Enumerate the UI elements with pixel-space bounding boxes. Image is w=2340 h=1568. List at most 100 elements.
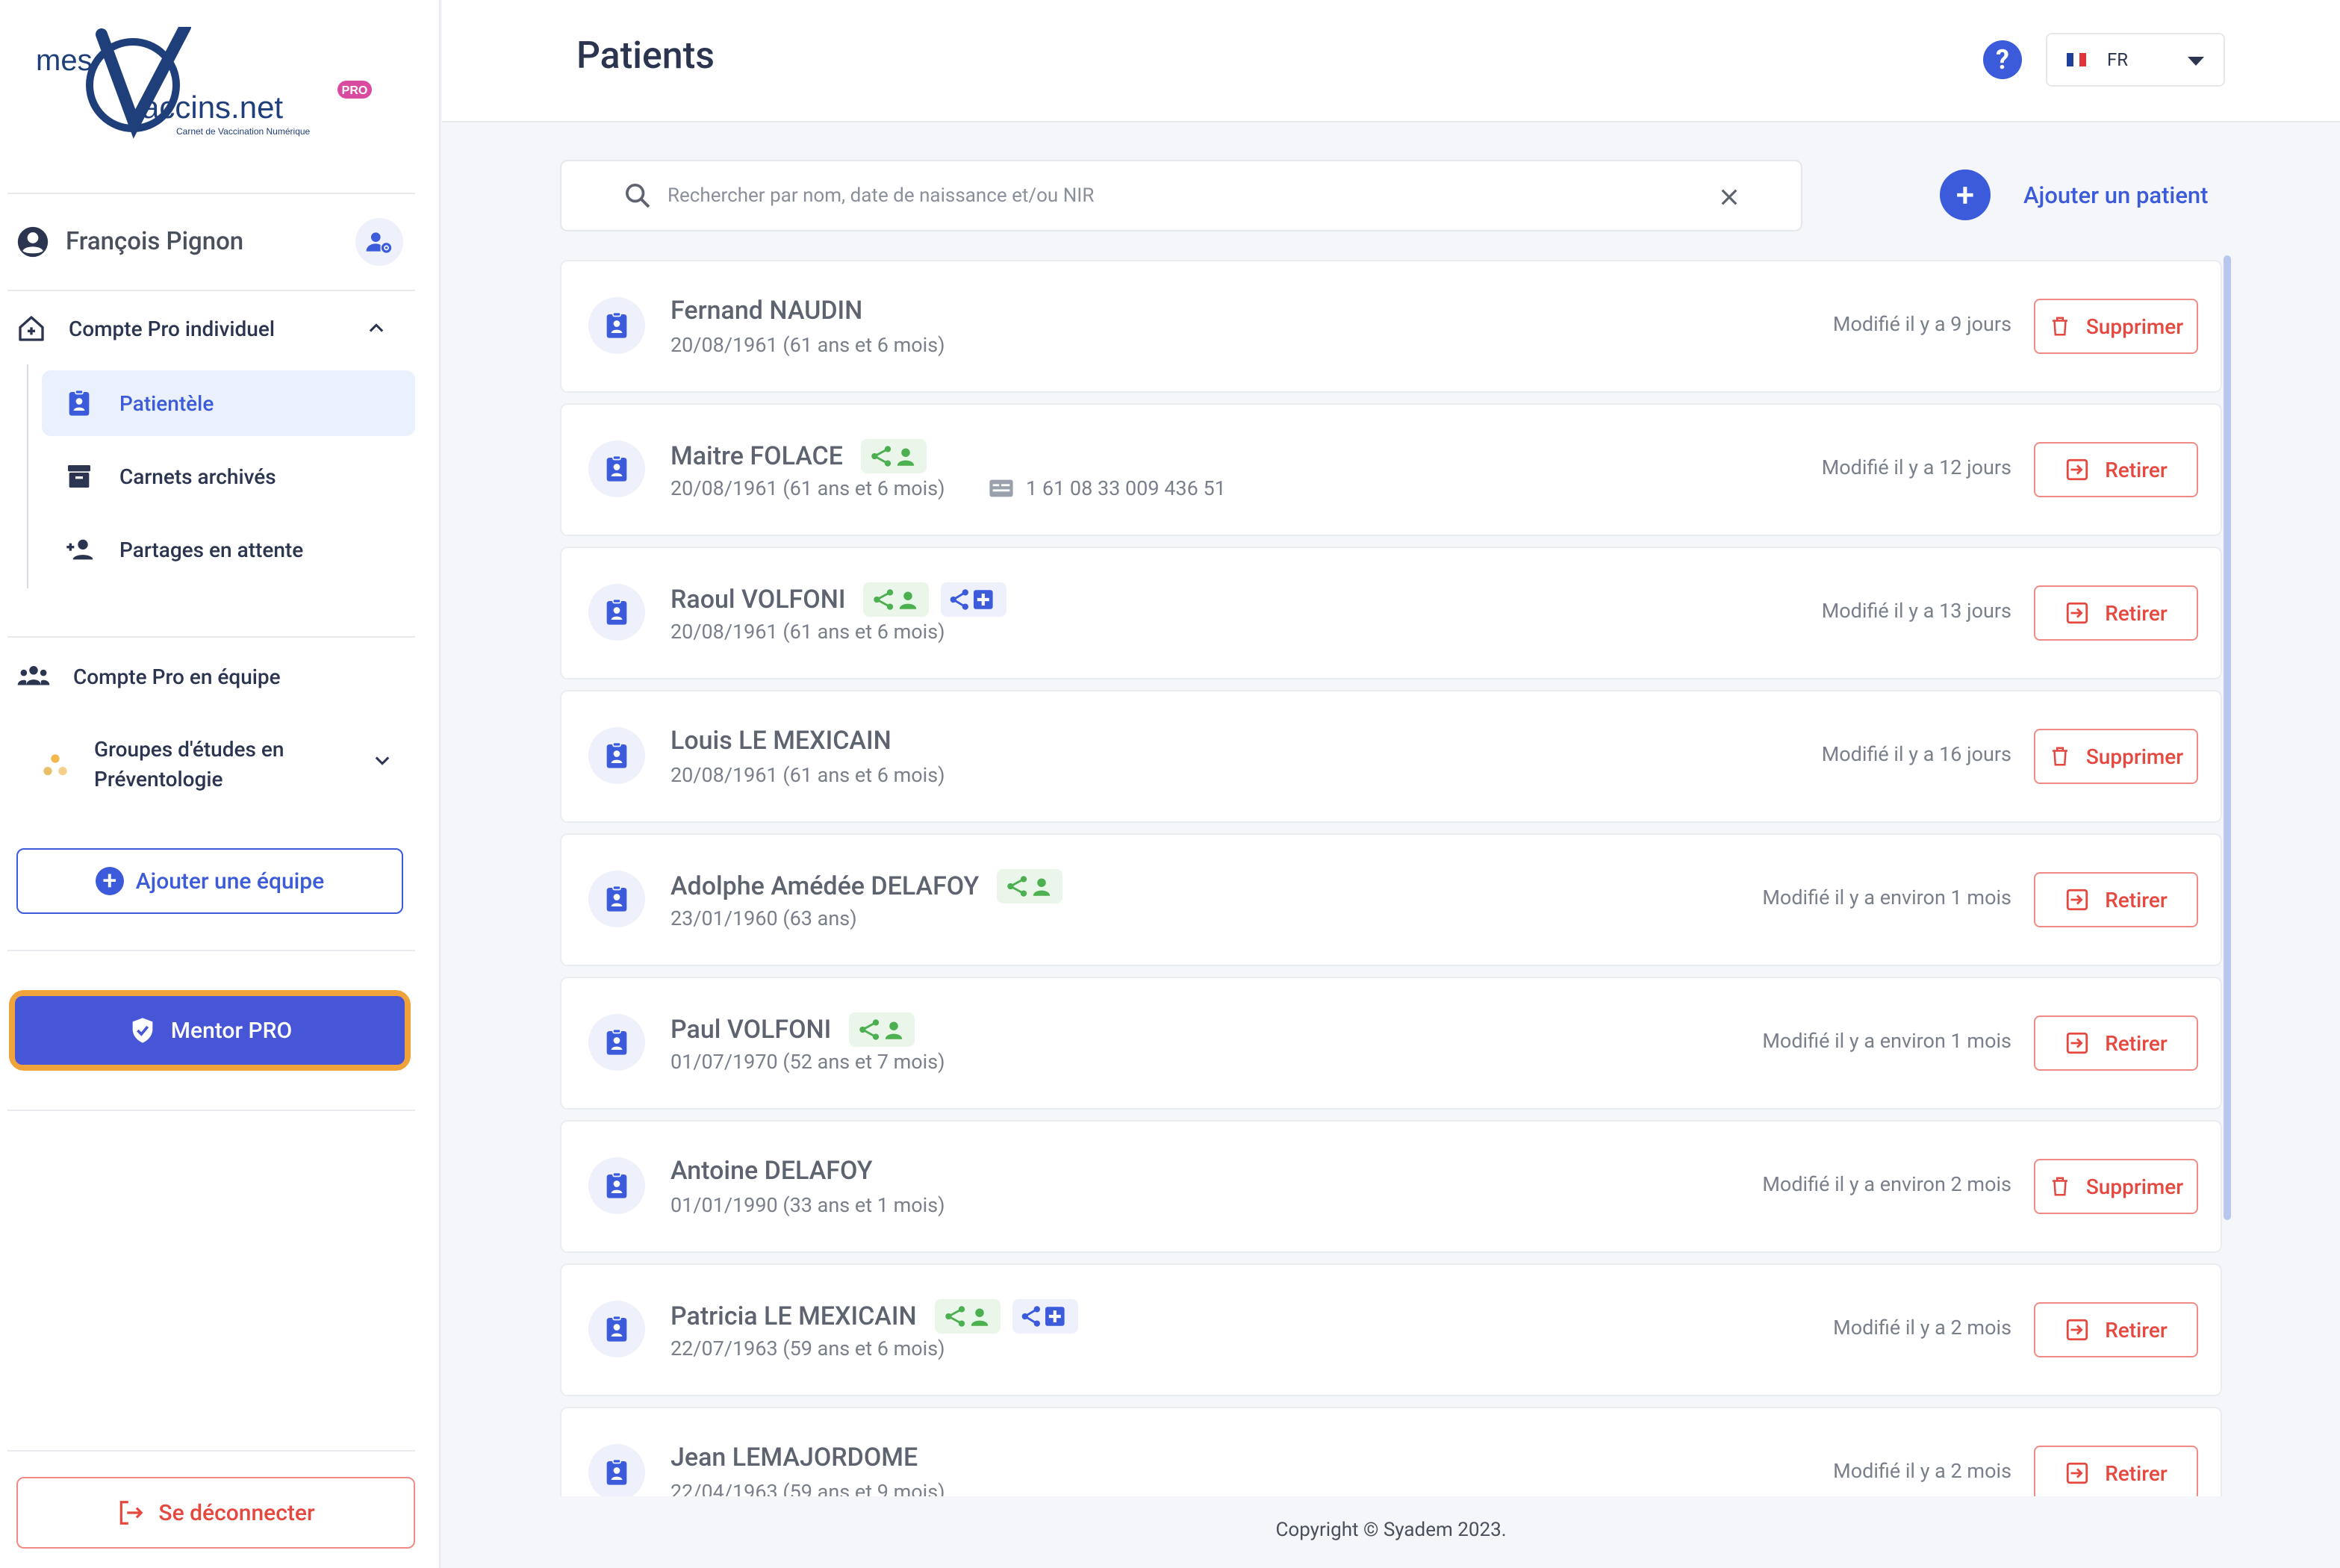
patient-name[interactable]: Antoine DELAFOY [670, 1156, 872, 1186]
svg-text:accins.net: accins.net [142, 90, 283, 125]
patient-row[interactable]: Maitre FOLACE 20/08/1961 (61 ans et 6 moi… [560, 403, 2222, 536]
patient-list: Fernand NAUDIN 20/08/1961 (61 ans et 6 mo… [560, 260, 2225, 1496]
modified-date: Modifié il y a 12 jours [1821, 455, 2011, 479]
patient-avatar [588, 1157, 645, 1214]
divider [7, 1110, 415, 1111]
patient-row[interactable]: Adolphe Amédée DELAFOY 23/01/1960 (63 ans… [560, 833, 2222, 966]
patient-badge-icon [606, 1172, 627, 1198]
patient-badge-icon [606, 1458, 627, 1485]
team-account-header[interactable]: Compte Pro en équipe [16, 654, 405, 699]
search-input[interactable]: Rechercher par nom, date de naissance et… [668, 184, 1094, 207]
remove-patient-button[interactable]: Retirer [2034, 872, 2198, 927]
patient-avatar [588, 1301, 645, 1357]
share-pro-badge [997, 869, 1063, 903]
close-icon[interactable] [1717, 185, 1741, 209]
divider [7, 193, 415, 194]
patient-name[interactable]: Louis LE MEXICAIN [670, 726, 891, 756]
remove-patient-button[interactable]: Retirer [2034, 442, 2198, 497]
patient-name-line: Paul VOLFONI [670, 1012, 915, 1047]
patient-name-line: Adolphe Amédée DELAFOY [670, 869, 1063, 903]
individual-account-label: Compte Pro individuel [69, 316, 275, 341]
user-settings-button[interactable] [355, 218, 403, 266]
mesvaccins-logo[interactable]: mes accins.net PRO Carnet de Vaccination… [36, 21, 379, 146]
patient-birthdate: 20/08/1961 (61 ans et 6 mois) [670, 333, 945, 357]
logout-button[interactable]: Se déconnecter [16, 1477, 415, 1549]
patient-name[interactable]: Patricia LE MEXICAIN [670, 1301, 917, 1331]
patient-badge-icon [606, 311, 627, 338]
mentor-pro-button[interactable]: Mentor PRO [15, 996, 405, 1065]
patient-row[interactable]: Paul VOLFONI 01/07/1970 (52 ans et 7 mois… [560, 977, 2222, 1110]
delete-patient-button[interactable]: Supprimer [2034, 299, 2198, 354]
id-card-icon [989, 479, 1013, 497]
account-circle-icon [17, 226, 49, 258]
language-code: FR [2107, 49, 2129, 70]
delete-patient-button[interactable]: Supprimer [2034, 729, 2198, 784]
patient-search[interactable]: Rechercher par nom, date de naissance et… [560, 160, 1802, 231]
remove-access-icon [2067, 889, 2088, 911]
mentor-pro-label: Mentor PRO [170, 1017, 293, 1044]
share-medical-badge [941, 582, 1007, 617]
language-select[interactable]: FR [2046, 33, 2225, 87]
delete-patient-button[interactable]: Supprimer [2034, 1159, 2198, 1214]
add-team-button[interactable]: + Ajouter une équipe [16, 848, 403, 914]
patient-name-line: Louis LE MEXICAIN [670, 726, 891, 756]
patient-row[interactable]: Antoine DELAFOY 01/01/1990 (33 ans et 1 m… [560, 1120, 2222, 1253]
remove-access-icon [2067, 602, 2088, 624]
patient-birthdate: 01/07/1970 (52 ans et 7 mois) [670, 1050, 945, 1074]
sidebar-item-archived[interactable]: Carnets archivés [42, 444, 415, 509]
patient-name-line: Maitre FOLACE [670, 439, 927, 473]
patient-birthdate: 20/08/1961 (61 ans et 6 mois) [670, 476, 945, 500]
remove-patient-button[interactable]: Retirer [2034, 1302, 2198, 1357]
trash-icon [2052, 747, 2067, 766]
remove-patient-button[interactable]: Retirer [2034, 1015, 2198, 1071]
mentor-pro-highlight: Mentor PRO [9, 990, 411, 1071]
patient-row[interactable]: Fernand NAUDIN 20/08/1961 (61 ans et 6 mo… [560, 260, 2222, 393]
team-icon [17, 666, 50, 685]
patient-badge-icon [606, 1315, 627, 1342]
patient-avatar [588, 297, 645, 354]
patient-row[interactable]: Patricia LE MEXICAIN 22/07/1963 (59 ans e… [560, 1263, 2222, 1396]
patient-avatar [588, 727, 645, 784]
patient-row[interactable]: Jean LEMAJORDOME 22/04/1963 (59 ans et 9 … [560, 1407, 2222, 1496]
patient-name[interactable]: Paul VOLFONI [670, 1015, 831, 1045]
patient-row[interactable]: Louis LE MEXICAIN 20/08/1961 (61 ans et 6… [560, 690, 2222, 823]
patient-birthdate: 20/08/1961 (61 ans et 6 mois) [670, 763, 945, 787]
remove-patient-button[interactable]: Retirer [2034, 585, 2198, 641]
share-with-pro-icon [871, 446, 915, 467]
modified-date: Modifié il y a 16 jours [1821, 742, 2011, 766]
sidebar-item-pending-shares[interactable]: Partages en attente [42, 517, 415, 582]
remove-access-icon [2067, 1319, 2088, 1341]
remove-patient-button[interactable]: Retirer [2034, 1446, 2198, 1496]
help-icon[interactable]: ? [1983, 40, 2022, 79]
user-name: François Pignon [66, 226, 244, 256]
patient-name-line: Raoul VOLFONI [670, 582, 1007, 617]
patient-name-line: Jean LEMAJORDOME [670, 1443, 918, 1472]
patient-birthdate: 22/04/1963 (59 ans et 9 mois) [670, 1480, 945, 1496]
modified-date: Modifié il y a 9 jours [1832, 312, 2011, 336]
patient-name[interactable]: Jean LEMAJORDOME [670, 1443, 918, 1472]
group-preventologie[interactable]: Groupes d'études en Préventologie [33, 729, 406, 800]
chevron-down-icon[interactable] [372, 750, 393, 771]
patient-badge-icon [69, 389, 90, 416]
share-pro-badge [863, 582, 930, 617]
sidebar-item-patientele[interactable]: Patientèle [42, 370, 415, 436]
trash-icon [2052, 317, 2067, 336]
svg-text:PRO: PRO [342, 84, 368, 97]
divider [7, 950, 415, 951]
modified-date: Modifié il y a environ 1 mois [1762, 886, 2011, 909]
share-with-medical-icon [950, 589, 994, 610]
nir-value: 1 61 08 33 009 436 51 [1026, 476, 1226, 500]
patient-name[interactable]: Adolphe Amédée DELAFOY [670, 871, 979, 901]
user-profile[interactable]: François Pignon [16, 215, 405, 267]
patient-name[interactable]: Raoul VOLFONI [670, 585, 845, 615]
patient-row[interactable]: Raoul VOLFONI 20/08/1961 (61 ans et 6 moi… [560, 547, 2222, 679]
scrollbar[interactable] [2224, 255, 2231, 1220]
modified-date: Modifié il y a 2 mois [1833, 1316, 2011, 1340]
individual-account-toggle[interactable]: Compte Pro individuel [16, 306, 405, 351]
action-label: Retirer [2105, 457, 2168, 482]
patient-name[interactable]: Maitre FOLACE [670, 441, 843, 471]
add-patient-button[interactable]: + Ajouter un patient [1940, 169, 2209, 221]
action-label: Supprimer [2085, 1174, 2184, 1199]
patient-name[interactable]: Fernand NAUDIN [670, 296, 862, 326]
share-with-pro-icon [859, 1019, 903, 1040]
